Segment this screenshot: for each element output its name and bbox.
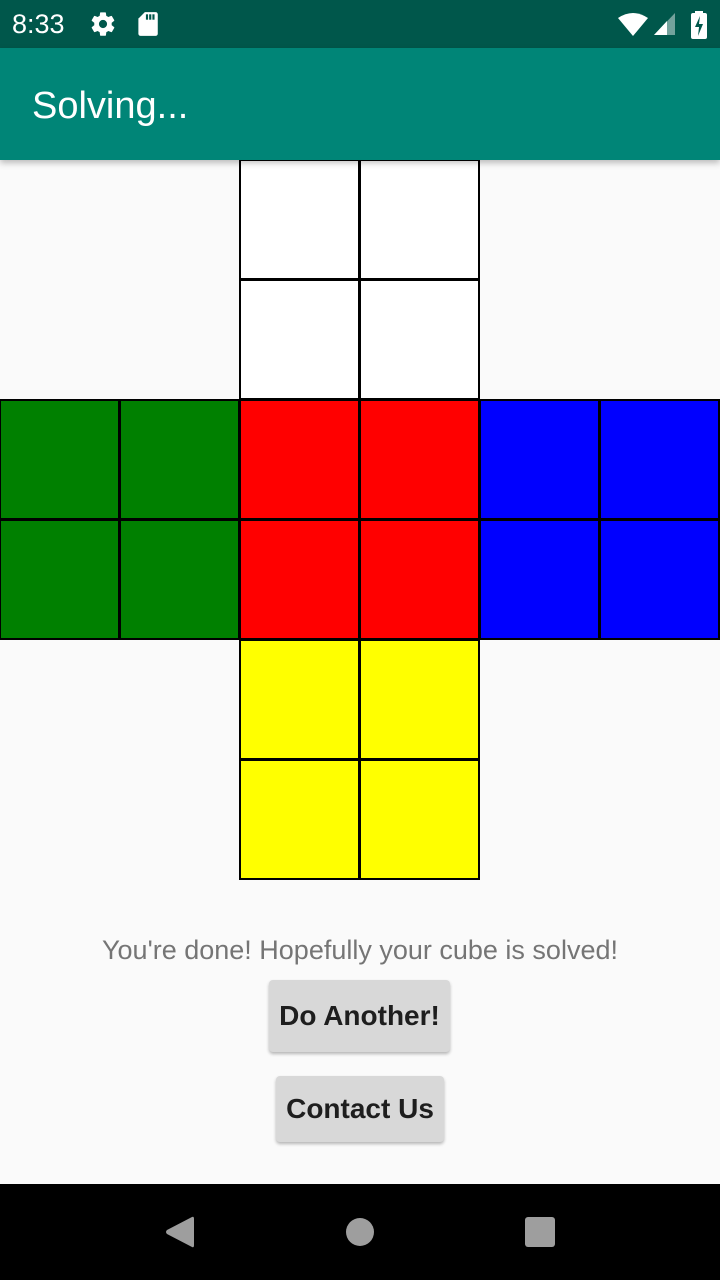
- sticker-right-4: [599, 519, 720, 640]
- navigation-bar: [0, 1184, 720, 1280]
- status-bar: 8:33: [0, 0, 720, 48]
- sticker-front-1: [239, 399, 360, 520]
- sticker-top-3: [239, 279, 360, 400]
- cellular-signal-icon: [653, 12, 677, 41]
- sticker-front-3: [239, 519, 360, 640]
- sticker-bottom-2: [359, 639, 480, 760]
- sticker-top-4: [359, 279, 480, 400]
- app-bar: Solving...: [0, 48, 720, 160]
- sticker-left-4: [119, 519, 240, 640]
- sticker-top-2: [359, 159, 480, 280]
- sticker-bottom-1: [239, 639, 360, 760]
- sticker-front-2: [359, 399, 480, 520]
- back-icon: [166, 1216, 194, 1248]
- back-button[interactable]: [120, 1184, 240, 1280]
- sticker-bottom-3: [239, 759, 360, 880]
- contact-us-button[interactable]: Contact Us: [276, 1076, 444, 1142]
- sticker-bottom-4: [359, 759, 480, 880]
- result-message: You're done! Hopefully your cube is solv…: [102, 935, 618, 965]
- status-time: 8:33: [12, 9, 65, 39]
- sd-card-icon: [134, 10, 160, 43]
- sticker-front-4: [359, 519, 480, 640]
- sticker-right-2: [599, 399, 720, 520]
- do-another-button[interactable]: Do Another!: [269, 980, 450, 1052]
- cube-net: [0, 159, 720, 880]
- home-icon: [346, 1218, 374, 1246]
- app-title: Solving...: [32, 85, 189, 127]
- sticker-top-1: [239, 159, 360, 280]
- sticker-left-2: [119, 399, 240, 520]
- settings-icon: [89, 10, 117, 43]
- battery-charging-icon: [691, 11, 707, 44]
- sticker-right-1: [479, 399, 600, 520]
- sticker-left-3: [0, 519, 120, 640]
- sticker-right-3: [479, 519, 600, 640]
- home-button[interactable]: [300, 1184, 420, 1280]
- wifi-icon: [617, 12, 649, 43]
- recents-button[interactable]: [480, 1184, 600, 1280]
- recents-icon: [525, 1217, 555, 1247]
- sticker-left-1: [0, 399, 120, 520]
